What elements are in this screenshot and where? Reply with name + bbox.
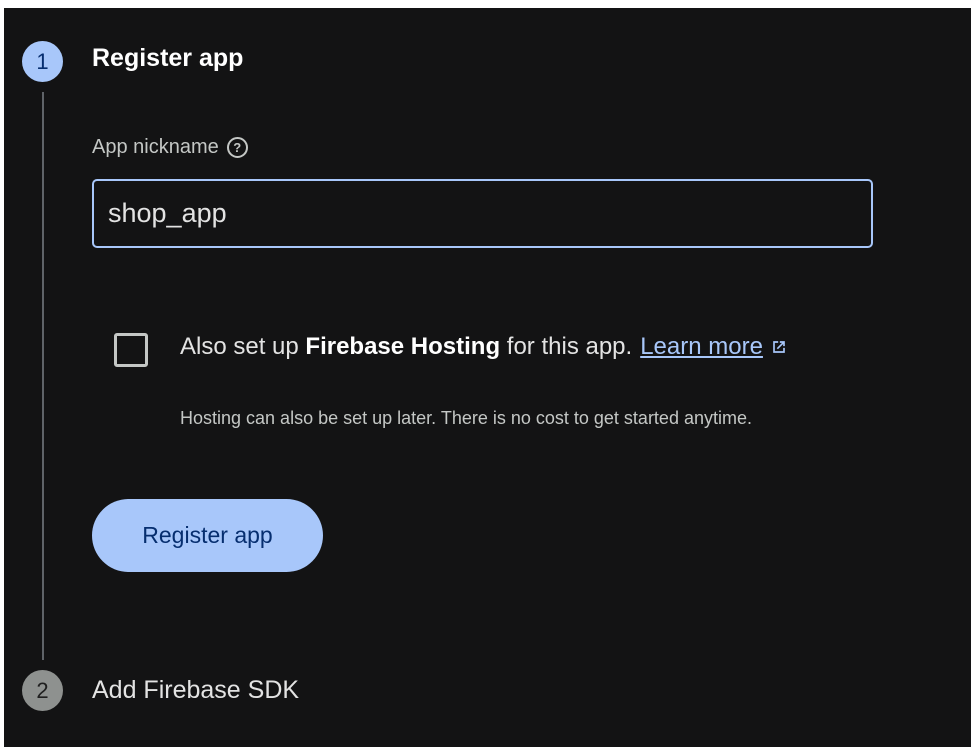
step-1-indicator: 1 [22,41,63,82]
stepper-connector-line [42,92,44,660]
step-2-number: 2 [36,677,49,703]
hosting-label-suffix: for this app. [500,333,633,360]
hosting-label-prefix: Also set up [180,333,306,360]
app-nickname-input[interactable] [92,179,873,248]
hosting-label-bold: Firebase Hosting [305,333,501,360]
step-2-title: Add Firebase SDK [92,676,300,704]
learn-more-text: Learn more [640,333,763,360]
register-app-button[interactable]: Register app [92,499,323,572]
firebase-hosting-label: Also set up Firebase Hosting for this ap… [180,333,789,361]
step-1-number: 1 [36,48,49,74]
app-nickname-label-text: App nickname [92,136,219,158]
firebase-hosting-checkbox[interactable] [114,333,148,367]
learn-more-link[interactable]: Learn more [640,333,789,361]
open-in-new-icon [773,341,785,353]
hosting-hint-text: Hosting can also be set up later. There … [180,408,752,428]
register-app-panel: 1 Register app App nickname ? Also set u… [4,8,971,747]
help-circle-icon[interactable]: ? [226,137,248,158]
app-nickname-label: App nickname ? [92,136,248,159]
step-2-indicator: 2 [22,670,63,711]
step-1-title: Register app [92,44,244,72]
